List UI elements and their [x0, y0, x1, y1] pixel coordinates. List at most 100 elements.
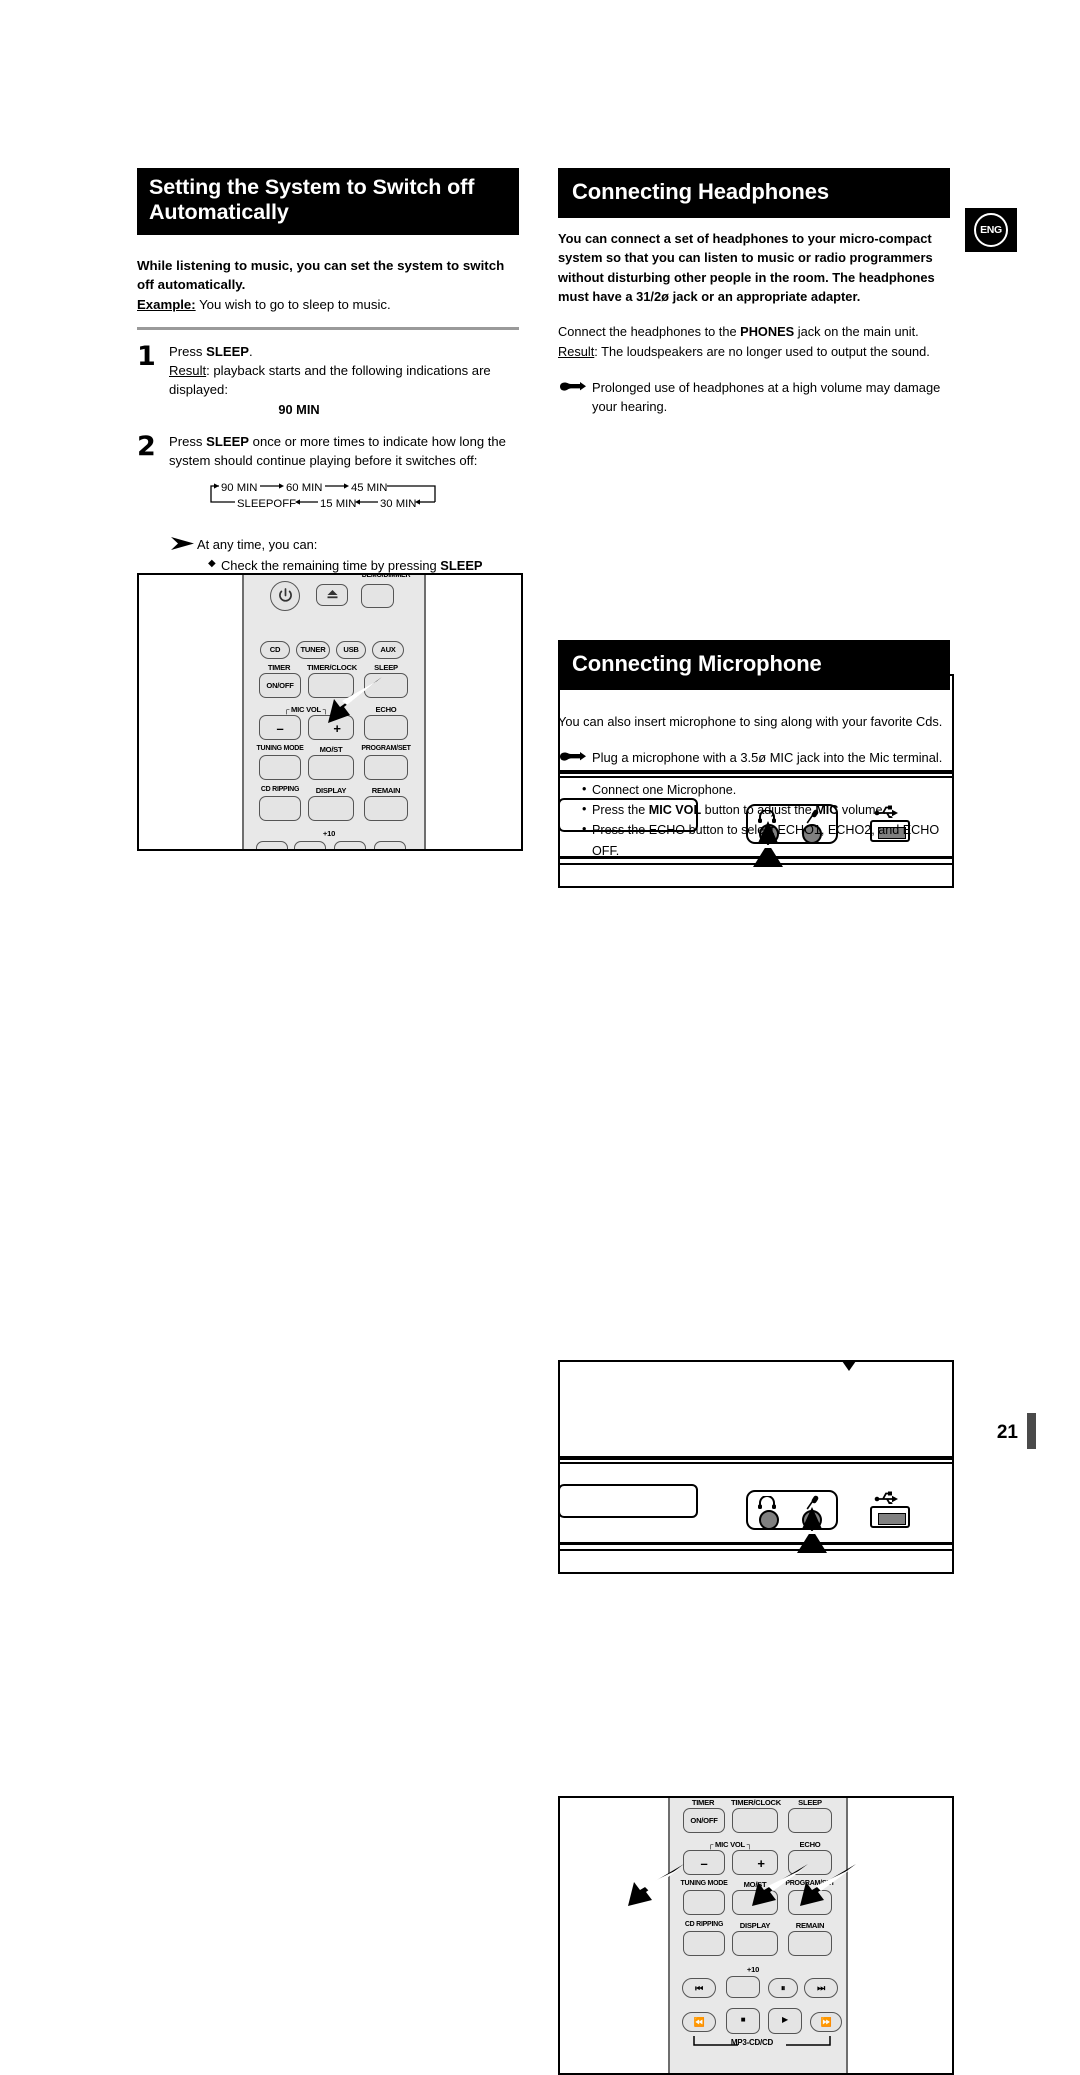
remote-label-timer-clock: TIMER/CLOCK: [731, 1798, 781, 1807]
cycle-sleepoff: SLEEPOFF: [237, 498, 297, 511]
remote-label-sleep: SLEEP: [798, 1798, 822, 1807]
step-1-pre: Press: [169, 343, 207, 359]
language-badge-label: ENG: [974, 213, 1008, 247]
note-item-bold: SLEEP: [440, 557, 483, 573]
divider-rule: [137, 326, 519, 330]
remote-tuning-mode-button[interactable]: [259, 755, 301, 780]
headphones-intro: You can connect a set of headphones to y…: [558, 230, 935, 305]
remote-label-remain: REMAIN: [371, 786, 401, 795]
remote-tuning-mode-button[interactable]: [683, 1890, 725, 1915]
headphones-result-text: : The loudspeakers are no longer used to…: [594, 343, 930, 359]
phones-jack[interactable]: [759, 1510, 779, 1530]
remote-numeric-button[interactable]: [256, 841, 288, 849]
step-1-result-label: Result: [169, 362, 207, 378]
step-2-number: 2: [137, 431, 156, 463]
rewind-icon: ⏪: [693, 2017, 705, 2027]
remote-program-set-button[interactable]: [364, 755, 408, 780]
remote-demo-dimmer-button[interactable]: [361, 584, 394, 608]
cycle-30min: 30 MIN: [380, 498, 417, 511]
headphones-connect-pre: Connect the headphones to the: [558, 324, 741, 340]
cycle-90min: 90 MIN: [221, 482, 258, 495]
unit-display-window: [560, 1484, 698, 1518]
remote-label-sleep: SLEEP: [374, 663, 398, 672]
remote-remain-button[interactable]: [788, 1931, 832, 1956]
sleep-example: Example: You wish to go to sleep to musi…: [137, 296, 519, 314]
microphone-bullet-list: • Connect one Microphone. • Press the MIC …: [558, 780, 950, 862]
sleep-intro: While listening to music, you can set th…: [137, 257, 505, 292]
headphones-connect-bold: PHONES: [740, 324, 795, 340]
pointing-hand-icon: [560, 752, 586, 761]
eject-icon: [327, 590, 338, 599]
cycle-15min: 15 MIN: [320, 498, 357, 511]
sleep-cycle-diagram: 90 MIN 60 MIN 45 MIN SLEEPOFF 15 MIN 30 …: [203, 482, 453, 519]
remote-cd-ripping-button[interactable]: [259, 796, 301, 821]
remote-mo-st-button[interactable]: [308, 755, 354, 780]
remote-remain-button[interactable]: [364, 796, 408, 821]
headphones-result-label: Result: [558, 343, 595, 359]
step-2-pre: Press: [169, 434, 207, 450]
page-edge-bar: [1027, 1413, 1036, 1449]
remote-cd-ripping-button[interactable]: [683, 1931, 725, 1956]
step-2-text: Press SLEEP once or more times to indica…: [169, 433, 519, 471]
step-2-bold: SLEEP: [206, 434, 250, 450]
remote-numeric-button[interactable]: [294, 841, 326, 849]
callout-arrow-mic-vol-down: [628, 1864, 684, 1906]
remote-label-aux: AUX: [380, 645, 396, 654]
remote-label-timer: TIMER: [267, 663, 291, 672]
remote-label-tuning-mode: TUNING MODE: [256, 745, 304, 752]
bullet-text-pre: Press the: [592, 802, 649, 817]
remote-label-minus: –: [276, 721, 284, 736]
example-label: Example:: [137, 297, 196, 313]
headphones-result: Result: The loudspeakers are no longer u…: [558, 342, 950, 361]
remote-figure-sleep: POWER DEMO/DIMMER CD: [137, 573, 523, 851]
remote-sleep-button[interactable]: [788, 1808, 832, 1833]
remote-label-minus: –: [700, 1856, 708, 1871]
panel-seam-line: [560, 1542, 952, 1545]
headphones-connect: Connect the headphones to the PHONES jac…: [558, 322, 950, 341]
diamond-bullet-icon: ◆: [208, 557, 216, 569]
remote-label-program-set: PROGRAM/SET: [361, 745, 411, 752]
remote-label-remain: REMAIN: [795, 1921, 825, 1930]
microphone-hand-note-text: Plug a microphone with a 3.5ø MIC jack i…: [592, 750, 943, 766]
pointing-hand-icon: [560, 381, 586, 391]
remote-display-button[interactable]: [732, 1931, 778, 1956]
microphone-section: Connecting Microphone You can also inser…: [558, 640, 950, 861]
remote-label-echo: ECHO: [799, 1840, 821, 1849]
section-header-headphones: Connecting Headphones: [558, 168, 950, 218]
step-1-post: .: [249, 343, 253, 359]
usb-port[interactable]: [870, 1506, 910, 1528]
microphone-hand-note-row: Plug a microphone with a 3.5ø MIC jack i…: [558, 748, 950, 767]
bullet-text-mid: button to adjust the: [701, 802, 816, 817]
headphones-warning-text: Prolonged use of headphones at a high vo…: [592, 379, 941, 415]
step-1-bold: SLEEP: [206, 343, 250, 359]
remote-numeric-button[interactable]: [334, 841, 366, 849]
step-1-number: 1: [137, 340, 156, 372]
language-badge: ENG: [965, 208, 1017, 252]
remote-timer-clock-button[interactable]: [732, 1808, 778, 1833]
note-item-pre: Check the remaining time by pressing: [221, 557, 441, 573]
remote-label-cd: CD: [269, 645, 281, 654]
prev-track-icon: ⏮: [695, 1983, 703, 1993]
remote-display-button[interactable]: [308, 796, 354, 821]
unit-panel-figure-microphone: [558, 1360, 954, 1574]
dot-bullet-icon: •: [582, 822, 587, 837]
panel-seam-line: [560, 1462, 952, 1464]
remote-plus-ten-button[interactable]: [726, 1976, 760, 1998]
microphone-intro: You can also insert microphone to sing a…: [558, 713, 943, 729]
bullet-text: Press the ECHO button to select ECHO1, E…: [592, 823, 940, 858]
cycle-60min: 60 MIN: [286, 482, 323, 495]
list-item: • Connect one Microphone.: [582, 780, 950, 800]
step-1: 1 Press SLEEP. Result: playback starts a…: [137, 341, 519, 420]
headphones-warning-row: Prolonged use of headphones at a high vo…: [558, 378, 950, 417]
section-header-sleep: Setting the System to Switch off Automat…: [137, 168, 519, 235]
remote-label-usb: USB: [343, 645, 359, 654]
remote-label-mic-vol: ┌ MIC VOL ┐: [708, 1840, 752, 1849]
remote-label-on-off: ON/OFF: [266, 681, 294, 690]
right-column: Connecting Headphones You can connect a …: [558, 168, 950, 416]
pointer-arrow-icon: [171, 537, 194, 551]
remote-label-mp3-cd: MP3-CD/CD: [730, 2038, 774, 2047]
step-1-display-value: 90 MIN: [278, 401, 320, 417]
step-1-result: Result: playback starts and the followin…: [169, 362, 519, 400]
remote-numeric-button[interactable]: [374, 841, 406, 849]
dot-bullet-icon: •: [582, 801, 587, 816]
